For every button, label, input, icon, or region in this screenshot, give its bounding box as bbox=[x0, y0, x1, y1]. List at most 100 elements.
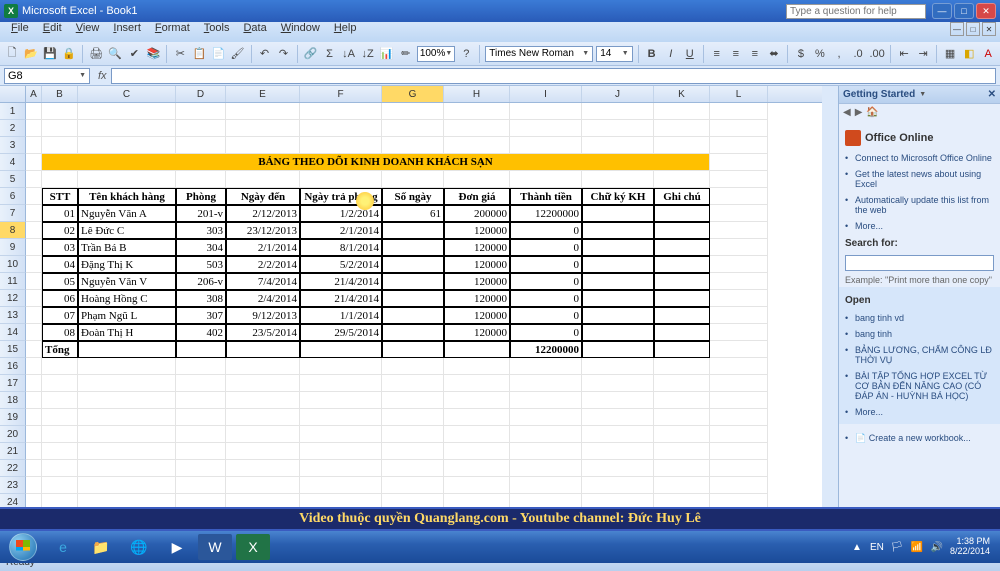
cell[interactable]: Đoàn Thị H bbox=[78, 324, 176, 341]
cell[interactable]: 02 bbox=[42, 222, 78, 239]
cell[interactable]: 0 bbox=[510, 307, 582, 324]
bold-icon[interactable]: B bbox=[644, 45, 660, 63]
cell[interactable] bbox=[510, 171, 582, 188]
cell[interactable] bbox=[382, 341, 444, 358]
cell[interactable] bbox=[582, 409, 654, 426]
cell[interactable] bbox=[42, 409, 78, 426]
row-header[interactable]: 11 bbox=[0, 273, 26, 290]
cell[interactable] bbox=[78, 443, 176, 460]
cell[interactable] bbox=[382, 256, 444, 273]
cell[interactable] bbox=[654, 171, 710, 188]
cell[interactable] bbox=[226, 137, 300, 154]
cell[interactable] bbox=[300, 477, 382, 494]
cell[interactable] bbox=[710, 426, 768, 443]
cell[interactable]: Đặng Thị K bbox=[78, 256, 176, 273]
menu-view[interactable]: View bbox=[69, 19, 107, 37]
cell[interactable] bbox=[444, 358, 510, 375]
row-header[interactable]: 4 bbox=[0, 154, 26, 171]
close-workbook-button[interactable]: ✕ bbox=[982, 22, 996, 36]
cell[interactable]: 200000 bbox=[444, 205, 510, 222]
align-center-icon[interactable]: ≡ bbox=[728, 45, 744, 63]
cell[interactable] bbox=[654, 460, 710, 477]
cell[interactable]: Nguyễn Văn V bbox=[78, 273, 176, 290]
cell[interactable] bbox=[26, 222, 42, 239]
cell[interactable] bbox=[226, 460, 300, 477]
cell[interactable] bbox=[42, 120, 78, 137]
cell[interactable] bbox=[510, 375, 582, 392]
taskpane-home-icon[interactable]: 🏠 bbox=[866, 107, 878, 118]
cell[interactable] bbox=[78, 358, 176, 375]
cell[interactable] bbox=[176, 137, 226, 154]
cell[interactable] bbox=[78, 392, 176, 409]
cell[interactable] bbox=[582, 222, 654, 239]
cell[interactable] bbox=[226, 171, 300, 188]
cell[interactable]: 120000 bbox=[444, 222, 510, 239]
cell[interactable]: 503 bbox=[176, 256, 226, 273]
cell[interactable] bbox=[710, 137, 768, 154]
cell[interactable] bbox=[382, 426, 444, 443]
cell[interactable] bbox=[26, 256, 42, 273]
cell[interactable]: 120000 bbox=[444, 324, 510, 341]
cell[interactable]: 06 bbox=[42, 290, 78, 307]
cell[interactable] bbox=[710, 290, 768, 307]
cell[interactable] bbox=[300, 103, 382, 120]
cell[interactable]: 01 bbox=[42, 205, 78, 222]
col-header-L[interactable]: L bbox=[710, 86, 768, 102]
word-icon[interactable]: W bbox=[198, 534, 232, 560]
cell[interactable] bbox=[654, 103, 710, 120]
cell[interactable]: 05 bbox=[42, 273, 78, 290]
cell[interactable]: 2/2/2014 bbox=[226, 256, 300, 273]
cell[interactable]: 1/1/2014 bbox=[300, 307, 382, 324]
cell[interactable]: 21/4/2014 bbox=[300, 290, 382, 307]
cell[interactable]: Số ngày bbox=[382, 188, 444, 205]
cell[interactable] bbox=[654, 426, 710, 443]
menu-window[interactable]: Window bbox=[274, 19, 327, 37]
cell[interactable]: 21/4/2014 bbox=[300, 273, 382, 290]
cell[interactable] bbox=[78, 460, 176, 477]
col-header-F[interactable]: F bbox=[300, 86, 382, 102]
row-header[interactable]: 1 bbox=[0, 103, 26, 120]
cell[interactable] bbox=[26, 460, 42, 477]
cell[interactable] bbox=[78, 477, 176, 494]
cell[interactable] bbox=[710, 222, 768, 239]
taskpane-link[interactable]: More... bbox=[845, 218, 994, 234]
cell[interactable] bbox=[654, 392, 710, 409]
cell[interactable]: 303 bbox=[176, 222, 226, 239]
cell[interactable] bbox=[582, 460, 654, 477]
cell[interactable] bbox=[26, 137, 42, 154]
cell[interactable] bbox=[582, 273, 654, 290]
cell[interactable] bbox=[382, 290, 444, 307]
cell[interactable] bbox=[710, 392, 768, 409]
tray-lang-icon[interactable]: EN bbox=[870, 540, 884, 554]
formula-bar[interactable] bbox=[111, 68, 996, 84]
cell[interactable] bbox=[654, 222, 710, 239]
cell[interactable] bbox=[582, 120, 654, 137]
font-combo[interactable]: Times New Roman▼ bbox=[485, 46, 593, 62]
cell[interactable] bbox=[26, 358, 42, 375]
row-header[interactable]: 20 bbox=[0, 426, 26, 443]
chart-icon[interactable]: 📊 bbox=[379, 45, 395, 63]
cell[interactable] bbox=[444, 460, 510, 477]
cell[interactable]: Đơn giá bbox=[444, 188, 510, 205]
cell[interactable] bbox=[176, 443, 226, 460]
cell[interactable] bbox=[710, 341, 768, 358]
hyperlink-icon[interactable]: 🔗 bbox=[302, 45, 318, 63]
taskpane-fwd-icon[interactable]: ▶ bbox=[855, 107, 863, 118]
taskpane-close-icon[interactable]: ✕ bbox=[988, 89, 996, 100]
cell[interactable] bbox=[654, 341, 710, 358]
cell[interactable] bbox=[42, 171, 78, 188]
cell[interactable] bbox=[300, 375, 382, 392]
taskpane-search-input[interactable] bbox=[845, 255, 994, 271]
cell[interactable] bbox=[444, 341, 510, 358]
create-workbook-link[interactable]: 📄 Create a new workbook... bbox=[845, 430, 994, 447]
cell[interactable]: 0 bbox=[510, 222, 582, 239]
cell[interactable] bbox=[382, 171, 444, 188]
cell[interactable] bbox=[42, 443, 78, 460]
format-painter-icon[interactable]: 🖌 bbox=[229, 45, 245, 63]
cell[interactable]: 201-v bbox=[176, 205, 226, 222]
cell[interactable] bbox=[226, 426, 300, 443]
taskpane-link[interactable]: Connect to Microsoft Office Online bbox=[845, 150, 994, 166]
cell[interactable]: Phạm Ngũ L bbox=[78, 307, 176, 324]
cell[interactable]: Hoàng Hồng C bbox=[78, 290, 176, 307]
menu-format[interactable]: Format bbox=[148, 19, 197, 37]
